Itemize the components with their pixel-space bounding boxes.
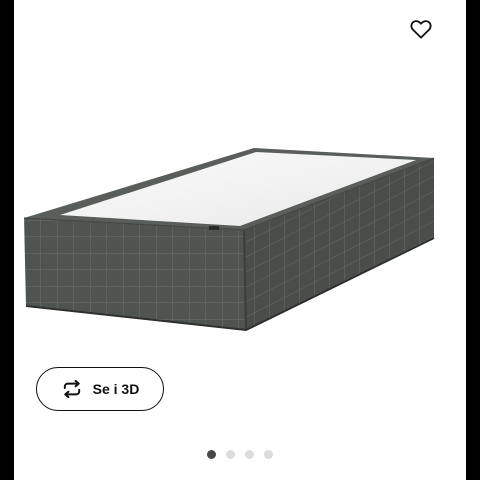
pager-dot-3[interactable]	[245, 450, 254, 459]
view-in-3d-label: Se i 3D	[92, 381, 140, 397]
product-gallery-screen: Se i 3D	[14, 0, 466, 480]
favorite-button[interactable]	[406, 14, 436, 44]
image-pager	[14, 450, 466, 459]
heart-outline-icon	[410, 20, 432, 39]
pager-dot-2[interactable]	[226, 450, 235, 459]
pager-dot-4[interactable]	[264, 450, 273, 459]
bed-front-face	[24, 218, 246, 330]
pager-dot-1[interactable]	[207, 450, 216, 459]
fabric-tag	[209, 226, 219, 230]
view-in-3d-button[interactable]: Se i 3D	[36, 367, 164, 411]
rotate-arrows-icon	[63, 380, 80, 398]
product-image	[23, 148, 435, 332]
